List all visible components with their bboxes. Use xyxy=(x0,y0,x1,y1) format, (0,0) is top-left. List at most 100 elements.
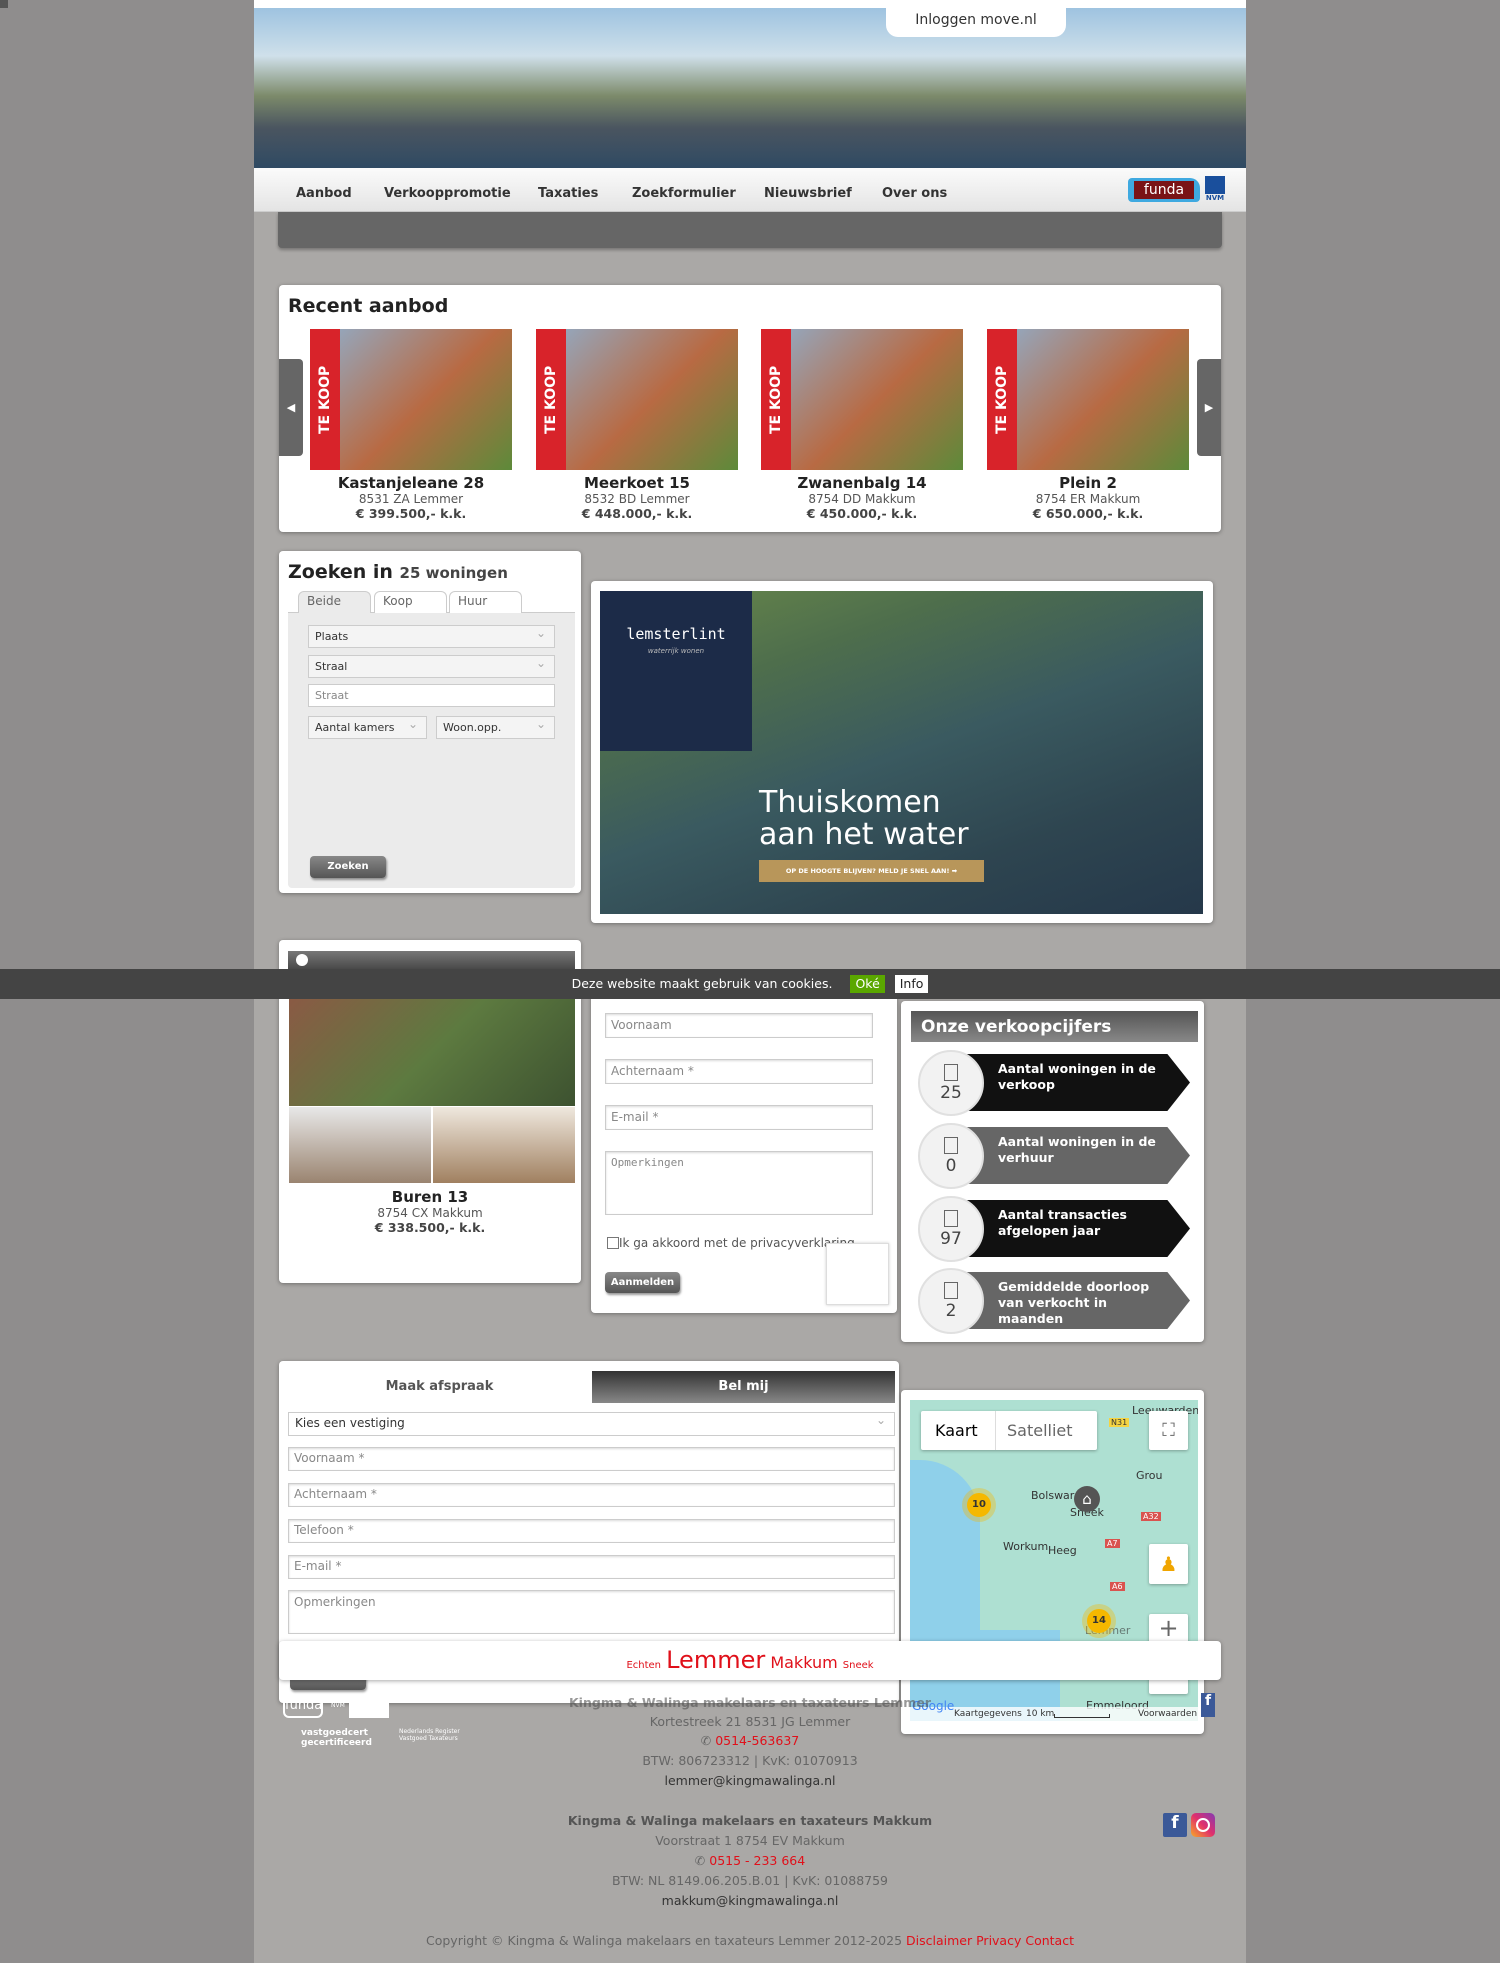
contact-link[interactable]: Contact xyxy=(1025,1933,1074,1948)
stat-item: 2 Gemiddelde doorloop van verkocht in ma… xyxy=(918,1268,1190,1334)
banner-headline: Thuiskomen aan het water xyxy=(759,785,969,852)
footer-lemmer-btw: BTW: 806723312 | KvK: 01070913 xyxy=(642,1753,858,1768)
property-card[interactable]: TE KOOP Meerkoet 15 8532 BD Lemmer € 448… xyxy=(536,329,738,521)
footer-lemmer-phone-row: ✆ 0514-563637 xyxy=(480,1733,1020,1748)
appointment-telefoon-input[interactable]: Telefoon * xyxy=(288,1519,895,1543)
tab-maak-afspraak[interactable]: Maak afspraak xyxy=(288,1371,591,1403)
appointment-achternaam-input[interactable]: Achternaam * xyxy=(288,1483,895,1507)
property-card[interactable]: TE KOOP Plein 2 8754 ER Makkum € 650.000… xyxy=(987,329,1189,521)
cookie-bar: Deze website maakt gebruik van cookies. … xyxy=(0,969,1500,999)
stat-label: Aantal woningen in de verhuur xyxy=(998,1134,1156,1165)
nvm-footer-logo[interactable]: NVM xyxy=(331,1702,345,1709)
aanmelden-button[interactable]: Aanmelden xyxy=(605,1272,680,1293)
nrvt-logo[interactable]: Nederlands Register Vastgoed Taxateurs xyxy=(399,1728,471,1742)
footer-lemmer-email[interactable]: lemmer@kingmawalinga.nl xyxy=(480,1773,1020,1788)
map-cluster-marker[interactable]: 10 xyxy=(967,1493,991,1517)
newsletter-voornaam-input[interactable]: Voornaam xyxy=(605,1013,873,1038)
te-koop-badge: TE KOOP xyxy=(761,329,791,470)
vastgoedcert-logo[interactable]: vastgoedcert gecertificeerd xyxy=(281,1728,391,1748)
property-title: Zwanenbalg 14 xyxy=(797,474,927,492)
privacy-checkbox[interactable] xyxy=(607,1237,619,1249)
footer-makkum-phone[interactable]: 0515 - 233 664 xyxy=(709,1853,805,1868)
property-card[interactable]: TE KOOP Zwanenbalg 14 8754 DD Makkum € 4… xyxy=(761,329,963,521)
property-photo: TE KOOP xyxy=(761,329,963,470)
chevron-left-icon: ◀ xyxy=(286,401,296,414)
banner-cta-button[interactable]: OP DE HOOGTE BLIJVEN? MELD JE SNEL AAN! … xyxy=(759,860,984,882)
tab-bel-mij[interactable]: Bel mij xyxy=(592,1371,895,1403)
nav-taxaties[interactable]: Taxaties xyxy=(538,186,598,201)
house-icon xyxy=(944,1282,958,1299)
stat-item: 97 Aantal transacties afgelopen jaar xyxy=(918,1196,1190,1262)
house-icon xyxy=(944,1137,958,1154)
zoeken-button[interactable]: Zoeken xyxy=(310,856,386,878)
city-tag-echten[interactable]: Echten xyxy=(626,1660,661,1671)
stat-counter: 2 xyxy=(918,1268,984,1334)
woonopp-select[interactable]: Woon.opp. xyxy=(436,714,555,739)
footer-lemmer-street: Kortestreek 21 8531 JG Lemmer xyxy=(649,1714,851,1729)
newsletter-email-input[interactable]: E-mail * xyxy=(605,1105,873,1130)
footer-makkum-phone-row: ✆ 0515 - 233 664 xyxy=(480,1853,1020,1868)
city-tag-sneek[interactable]: Sneek xyxy=(843,1660,874,1671)
banner-image[interactable]: lemsterlint waterrijk wonen Thuiskomen aa… xyxy=(600,591,1203,914)
carousel-prev-button[interactable]: ◀ xyxy=(279,359,303,456)
newsletter-opmerkingen-textarea[interactable]: Opmerkingen xyxy=(605,1151,873,1215)
te-koop-badge: TE KOOP xyxy=(536,329,566,470)
nav-over-ons[interactable]: Over ons xyxy=(882,186,947,201)
recaptcha-widget[interactable] xyxy=(826,1243,889,1305)
tab-beide[interactable]: Beide xyxy=(298,591,371,613)
city-tag-lemmer[interactable]: Lemmer xyxy=(666,1646,765,1674)
tab-huur[interactable]: Huur xyxy=(449,591,522,613)
map-terms[interactable]: Voorwaarden xyxy=(1138,1707,1197,1721)
facebook-icon[interactable]: f xyxy=(1201,1693,1215,1717)
map-type-kaart[interactable]: Kaart xyxy=(935,1411,978,1450)
nav-verkooppromotie[interactable]: Verkooppromotie xyxy=(384,186,511,201)
plaats-select[interactable]: Plaats xyxy=(308,623,555,648)
funda-logo[interactable]: funda xyxy=(1128,178,1200,202)
kamers-select[interactable]: Aantal kamers xyxy=(308,714,427,739)
search-panel xyxy=(288,612,575,888)
featured-price: € 338.500,- k.k. xyxy=(374,1220,486,1235)
privacy-link[interactable]: Privacy xyxy=(976,1933,1021,1948)
stat-counter: 0 xyxy=(918,1123,984,1189)
vestiging-select[interactable]: Kies een vestiging xyxy=(288,1410,895,1436)
appointment-opmerkingen-textarea[interactable]: Opmerkingen xyxy=(288,1590,895,1634)
newsletter-achternaam-input[interactable]: Achternaam * xyxy=(605,1059,873,1084)
map-cluster-marker[interactable]: 14 xyxy=(1087,1609,1111,1633)
appointment-voornaam-input[interactable]: Voornaam * xyxy=(288,1447,895,1471)
nvm-logo[interactable]: NVM xyxy=(1202,176,1228,206)
map-type-satelliet[interactable]: Satelliet xyxy=(1007,1411,1073,1450)
pegman-icon[interactable]: ♟ xyxy=(1149,1544,1188,1584)
footer-lemmer-name: Kingma & Walinga makelaars en taxateurs … xyxy=(569,1695,931,1710)
instagram-icon[interactable] xyxy=(1191,1813,1215,1837)
straat-input[interactable]: Straat xyxy=(308,684,555,707)
cookie-info-button[interactable]: Info xyxy=(894,975,929,993)
house-icon xyxy=(944,1210,958,1227)
appointment-email-input[interactable]: E-mail * xyxy=(288,1555,895,1579)
office-home-marker[interactable]: ⌂ xyxy=(1074,1486,1100,1512)
city-tag-makkum[interactable]: Makkum xyxy=(770,1653,837,1672)
tab-koop[interactable]: Koop xyxy=(374,591,447,613)
carousel-next-button[interactable]: ▶ xyxy=(1197,359,1221,456)
home-icon xyxy=(296,954,308,966)
property-photo: TE KOOP xyxy=(536,329,738,470)
featured-photo-main xyxy=(289,999,575,1106)
facebook-icon[interactable]: f xyxy=(1163,1813,1187,1837)
nav-zoekformulier[interactable]: Zoekformulier xyxy=(632,186,736,201)
house-icon xyxy=(944,1064,958,1081)
phone-icon: ✆ xyxy=(694,1853,706,1868)
funda-footer-logo[interactable]: funda xyxy=(283,1698,323,1718)
property-price: € 399.500,- k.k. xyxy=(355,506,467,521)
disclaimer-link[interactable]: Disclaimer xyxy=(906,1933,972,1948)
property-address: 8532 BD Lemmer xyxy=(584,492,690,506)
cookie-ok-button[interactable]: Oké xyxy=(850,975,885,993)
fullscreen-icon[interactable]: ⛶ xyxy=(1149,1411,1188,1450)
nav-aanbod[interactable]: Aanbod xyxy=(296,186,352,201)
straal-select[interactable]: Straal xyxy=(308,653,555,678)
footer-makkum-email[interactable]: makkum@kingmawalinga.nl xyxy=(480,1893,1020,1908)
login-button[interactable]: Inloggen move.nl xyxy=(886,7,1066,37)
footer-lemmer-phone[interactable]: 0514-563637 xyxy=(715,1733,799,1748)
nav-nieuwsbrief[interactable]: Nieuwsbrief xyxy=(764,186,852,201)
phone-icon: ✆ xyxy=(700,1733,712,1748)
property-card[interactable]: TE KOOP Kastanjeleane 28 8531 ZA Lemmer … xyxy=(310,329,512,521)
map-type-control: Kaart Satelliet xyxy=(921,1411,1097,1450)
